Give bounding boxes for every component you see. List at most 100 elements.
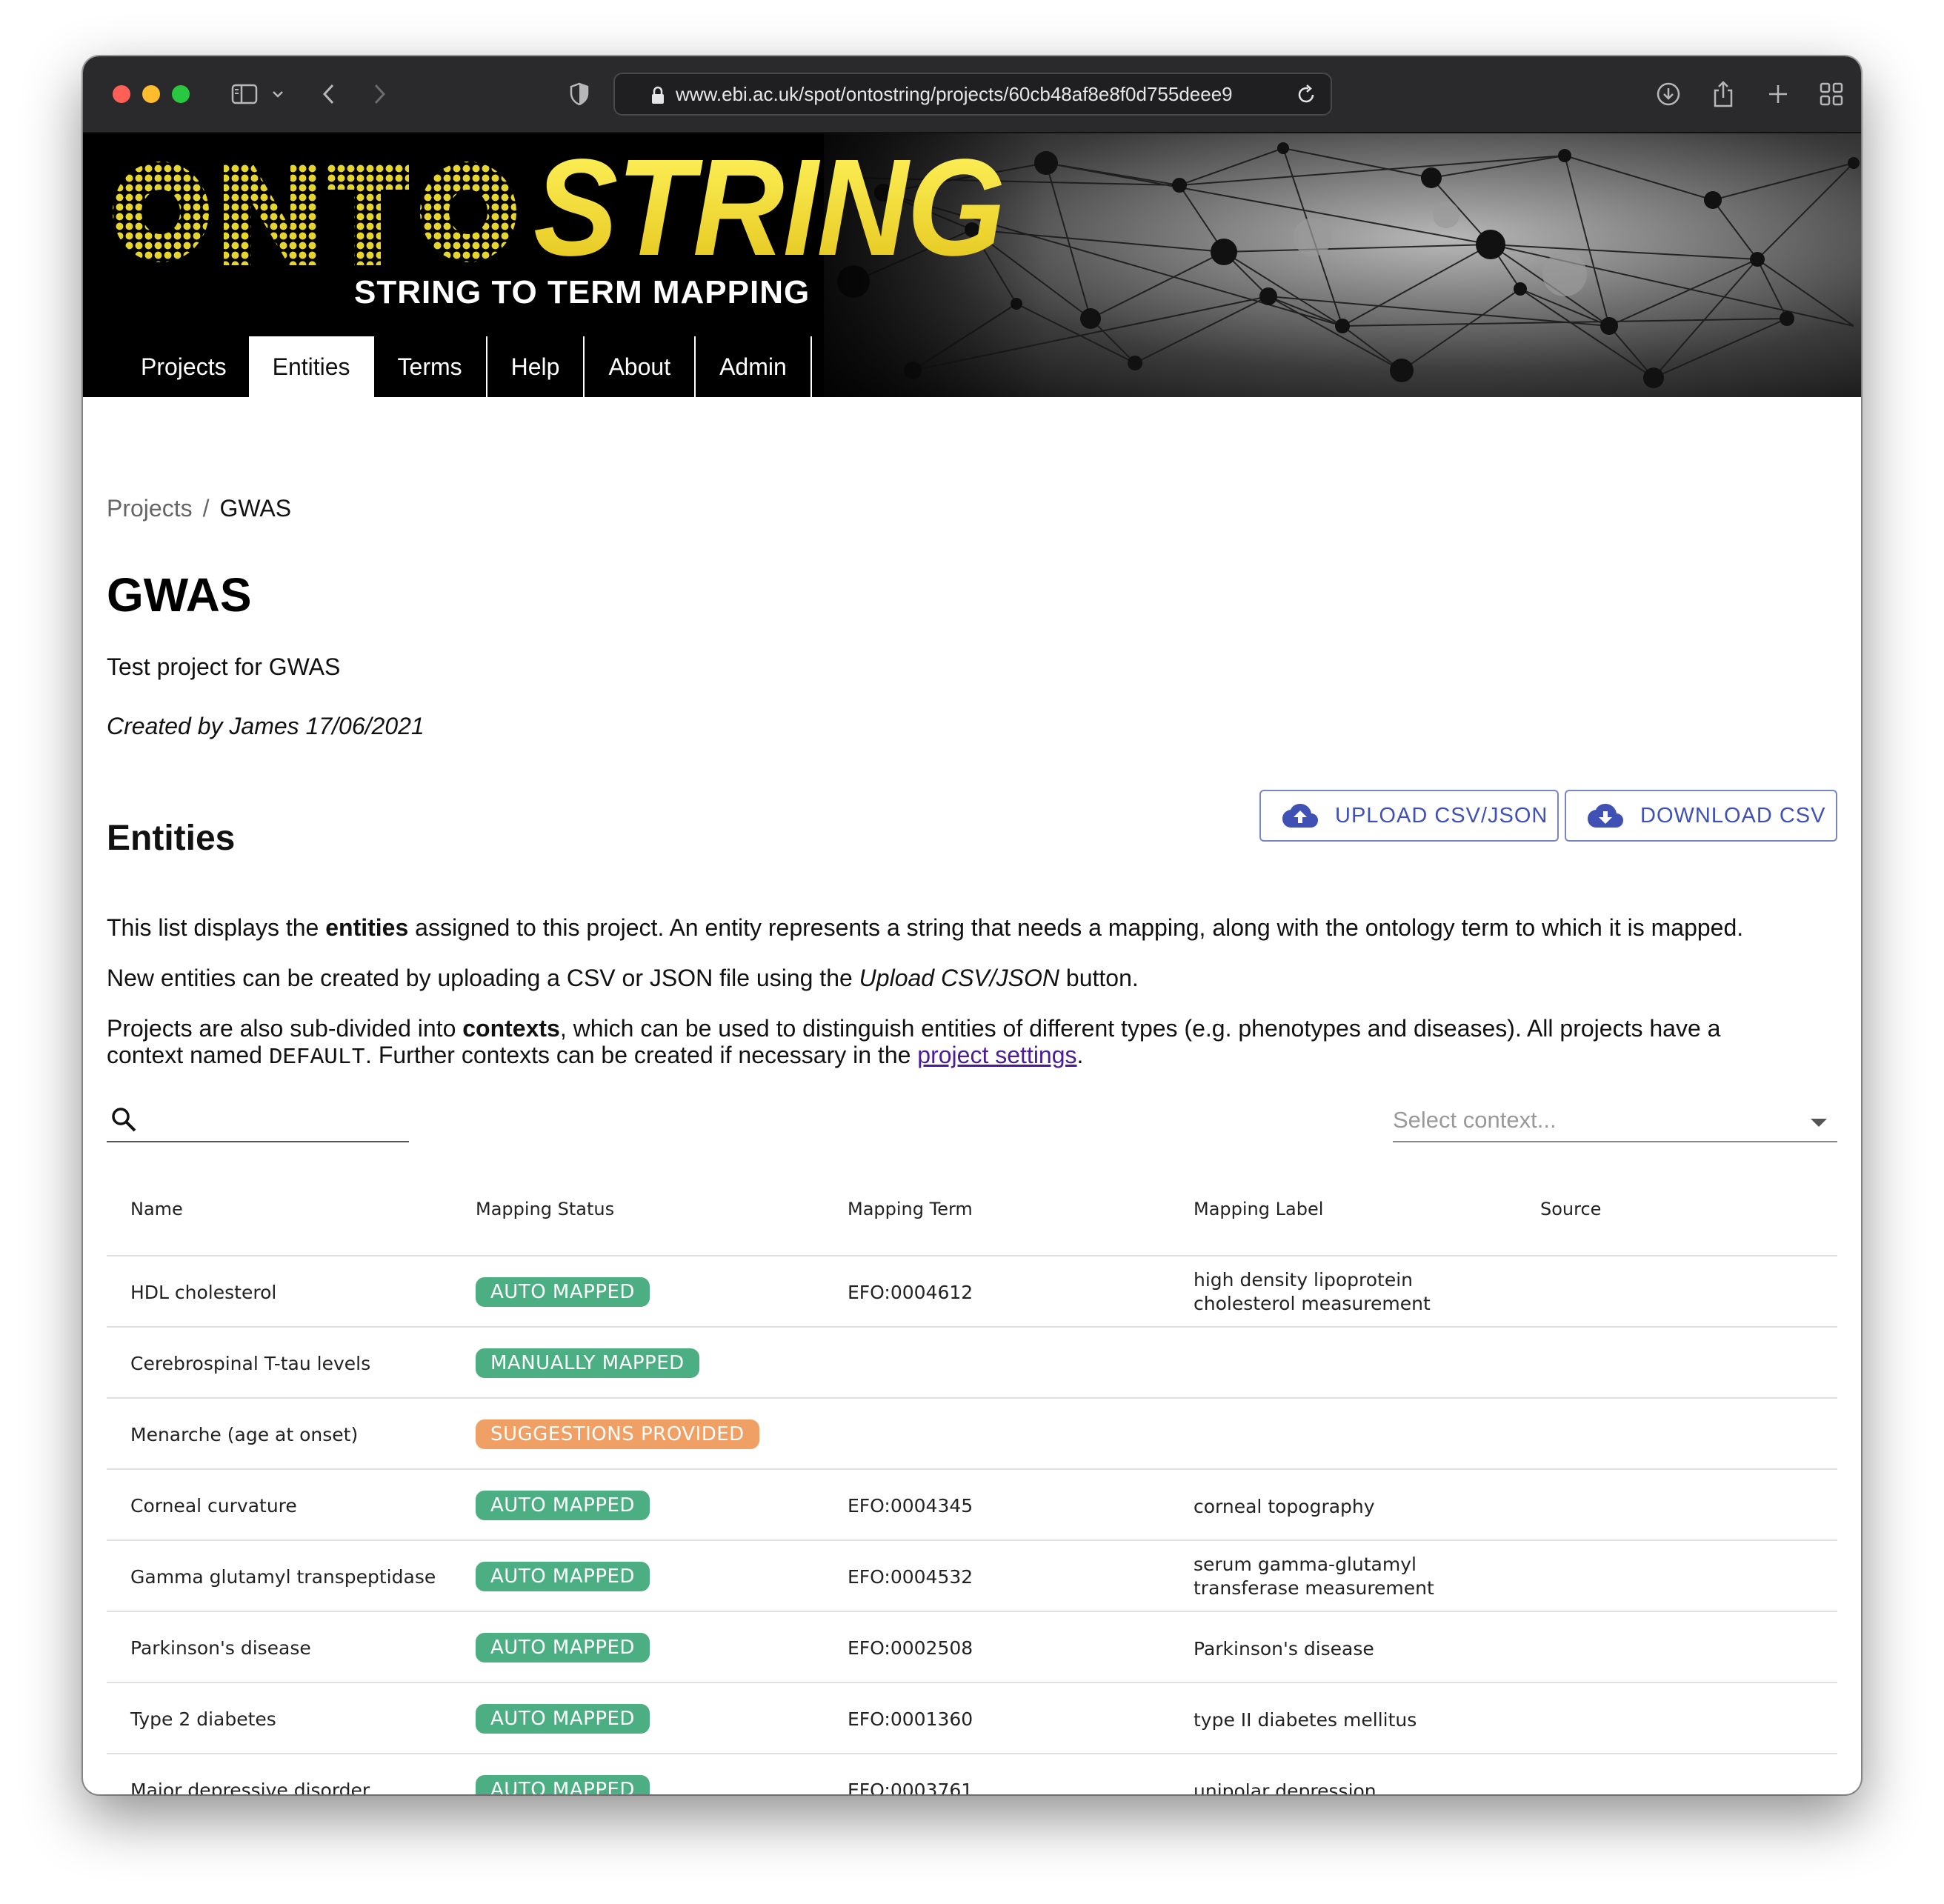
contexts-paragraph-line2: context named DEFAULT. Further contexts … [107,1042,1083,1071]
mapping-label: Parkinson's disease [1194,1638,1374,1660]
mapping-label: unipolar depression [1194,1780,1377,1794]
site-header: STRING STRING TO TERM MAPPING Projects E… [83,133,1861,397]
nav-entities[interactable]: Entities [248,336,374,397]
mapping-label: high density lipoprotein cholesterol mea… [1194,1269,1431,1314]
table-header: Name Mapping Status Mapping Term Mapping… [107,1168,1837,1256]
entity-name: Cerebrospinal T-tau levels [130,1353,371,1374]
contexts-text-4: . Further contexts can be created if nec… [365,1042,918,1068]
sidebar-toggle-icon[interactable] [228,76,261,113]
tab-overview-icon[interactable] [1817,76,1846,113]
logo-string-text: STRING [533,133,1005,284]
column-header-mapping-term[interactable]: Mapping Term [848,1199,973,1219]
entities-intro-paragraph: This list displays the entities assigned… [107,914,1743,942]
upload-csv-json-button[interactable]: UPLOAD CSV/JSON [1259,790,1559,842]
logo-tagline: STRING TO TERM MAPPING [354,274,810,310]
mapping-term: EFO:0001360 [848,1708,973,1730]
context-select[interactable]: Select context... [1393,1099,1837,1142]
table-row[interactable]: Parkinson's disease AUTO MAPPED EFO:000250… [107,1612,1837,1683]
breadcrumb-current: GWAS [219,495,292,522]
table-row[interactable]: Cerebrospinal T-tau levels MANUALLY MAPPE… [107,1328,1837,1399]
search-icon [112,1108,136,1132]
table-row[interactable]: Corneal curvature AUTO MAPPED EFO:0004345 c… [107,1470,1837,1541]
downloads-icon[interactable] [1654,76,1683,113]
mapping-status-badge: AUTO MAPPED [476,1704,650,1734]
mapping-status-badge: SUGGESTIONS PROVIDED [476,1419,759,1449]
mapping-status-badge: AUTO MAPPED [476,1775,650,1794]
contexts-text-1: Projects are also sub-divided into [107,1015,463,1042]
download-csv-button[interactable]: DOWNLOAD CSV [1565,790,1837,842]
page-title: GWAS [107,568,252,622]
nav-help[interactable]: Help [487,336,585,397]
create-text-1: New entities can be created by uploading… [107,965,859,991]
browser-window: www.ebi.ac.uk/spot/ontostring/projects/6… [83,56,1861,1794]
share-icon[interactable] [1708,76,1738,113]
entity-name: Gamma glutamyl transpeptidase [130,1566,436,1588]
new-tab-icon[interactable] [1763,76,1793,113]
onto-dotted-logo [112,162,516,265]
column-header-name[interactable]: Name [130,1199,183,1219]
column-header-mapping-label[interactable]: Mapping Label [1194,1199,1323,1219]
create-text-upload: Upload CSV/JSON [859,965,1059,991]
address-bar[interactable]: www.ebi.ac.uk/spot/ontostring/projects/6… [613,73,1332,116]
entity-name: Parkinson's disease [130,1637,311,1659]
nav-admin[interactable]: Admin [696,336,812,397]
breadcrumb-projects-link[interactable]: Projects [107,495,193,522]
contexts-text-3: context named [107,1042,269,1068]
contexts-paragraph-line1: Projects are also sub-divided into conte… [107,1015,1720,1042]
table-row[interactable]: Menarche (age at onset) SUGGESTIONS PROVI… [107,1399,1837,1470]
entities-table: Name Mapping Status Mapping Term Mapping… [107,1168,1837,1794]
dropdown-caret-icon [1811,1119,1827,1127]
project-settings-link[interactable]: project settings [917,1042,1076,1068]
download-button-label: DOWNLOAD CSV [1640,803,1826,828]
mapping-status-badge: AUTO MAPPED [476,1633,650,1662]
entity-name: Type 2 diabetes [130,1708,276,1730]
entities-heading: Entities [107,819,236,858]
contexts-text-5: . [1076,1042,1084,1068]
table-row[interactable]: Major depressive disorder AUTO MAPPED EFO:… [107,1754,1837,1794]
contexts-text-bold: contexts [462,1015,560,1042]
search-input[interactable] [107,1099,409,1142]
mapping-status-badge: AUTO MAPPED [476,1562,650,1591]
close-window-button[interactable] [113,85,130,103]
forward-arrow-icon[interactable] [369,76,391,113]
mapping-term: EFO:0003761 [848,1780,973,1794]
entity-name: Corneal curvature [130,1495,297,1517]
project-created-info: Created by James 17/06/2021 [107,713,425,739]
reload-icon[interactable] [1295,84,1317,110]
table-row[interactable]: HDL cholesterol AUTO MAPPED EFO:0004612 hig… [107,1256,1837,1328]
mapping-term: EFO:0002508 [848,1637,973,1659]
column-header-mapping-status[interactable]: Mapping Status [476,1199,614,1219]
column-header-source[interactable]: Source [1540,1199,1601,1219]
nav-about[interactable]: About [585,336,696,397]
url-text: www.ebi.ac.uk/spot/ontostring/projects/6… [676,82,1233,105]
nav-projects[interactable]: Projects [107,336,249,397]
upload-button-label: UPLOAD CSV/JSON [1335,803,1548,828]
breadcrumb-separator: / [202,495,210,522]
table-body: HDL cholesterol AUTO MAPPED EFO:0004612 hig… [107,1256,1837,1794]
mapping-status-badge: AUTO MAPPED [476,1277,650,1307]
mapping-status-badge: AUTO MAPPED [476,1491,650,1520]
main-nav: Projects Entities Terms Help About Admin [107,336,812,397]
breadcrumb: Projects / GWAS [107,495,291,522]
intro-text-1: This list displays the [107,914,326,941]
mapping-term: EFO:0004612 [848,1282,973,1303]
back-arrow-icon[interactable] [317,76,339,113]
table-row[interactable]: Gamma glutamyl transpeptidase AUTO MAPPED… [107,1541,1837,1612]
minimize-window-button[interactable] [142,85,160,103]
default-context-code: DEFAULT [268,1045,366,1071]
mapping-label: type II diabetes mellitus [1194,1709,1417,1731]
table-row[interactable]: Type 2 diabetes AUTO MAPPED EFO:0001360 typ… [107,1683,1837,1754]
zoom-window-button[interactable] [172,85,190,103]
chevron-down-icon[interactable] [268,76,287,113]
privacy-shield-icon[interactable] [566,76,593,113]
intro-text-entities: entities [325,914,409,941]
project-description: Test project for GWAS [107,653,341,680]
mapping-label: serum gamma-glutamyl transferase measure… [1194,1554,1434,1599]
nav-terms[interactable]: Terms [374,336,487,397]
entity-name: Menarche (age at onset) [130,1424,359,1445]
cloud-upload-icon [1282,804,1318,828]
contexts-text-2: , which can be used to distinguish entit… [559,1015,1721,1042]
browser-toolbar: www.ebi.ac.uk/spot/ontostring/projects/6… [83,56,1861,133]
intro-text-2: assigned to this project. An entity repr… [408,914,1744,941]
mapping-status-badge: MANUALLY MAPPED [476,1348,699,1378]
